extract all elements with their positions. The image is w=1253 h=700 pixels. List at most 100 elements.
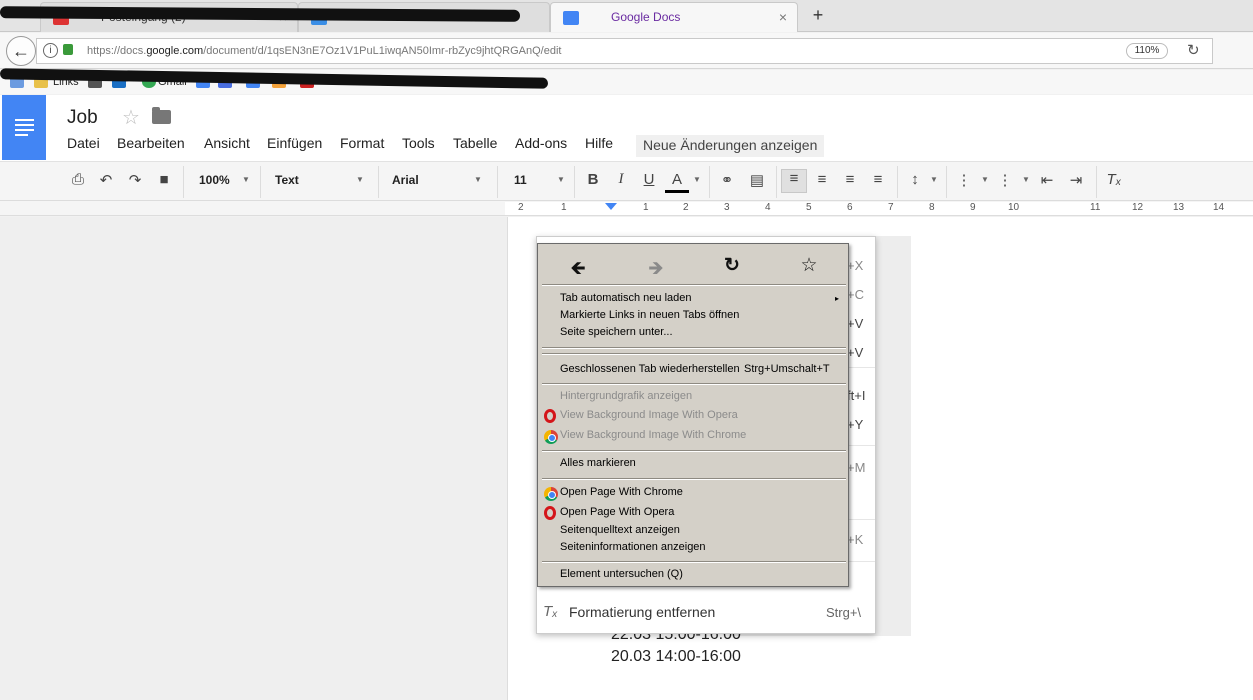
align-right-icon[interactable]: ≡ [838, 171, 862, 188]
docs-icon [563, 11, 579, 25]
ruler-number: 4 [765, 202, 771, 213]
body-line[interactable]: 20.03 14:00-16:00 [611, 648, 741, 666]
ruler-number: 3 [724, 202, 730, 213]
url-prefix: https://docs. [87, 45, 147, 57]
ruler-number: 13 [1173, 202, 1185, 213]
align-left-icon[interactable]: ≡ [781, 169, 807, 193]
docs-logo-icon[interactable] [2, 95, 46, 160]
align-center-icon[interactable]: ≡ [810, 171, 834, 188]
menu-datei[interactable]: Datei [67, 135, 100, 151]
chevron-down-icon[interactable]: ▼ [981, 175, 989, 184]
opera-icon [544, 506, 556, 520]
shortcut-text: Strg+\ [826, 605, 862, 620]
back-icon[interactable]: 🡸 [566, 254, 590, 286]
chevron-down-icon[interactable]: ▼ [474, 175, 482, 184]
menu-ansicht[interactable]: Ansicht [204, 135, 250, 151]
style-select[interactable]: Text [275, 173, 299, 187]
menu-tabelle[interactable]: Tabelle [453, 135, 497, 151]
menu-item-open-opera[interactable]: Open Page With Opera [560, 506, 674, 518]
indent-marker[interactable] [605, 203, 617, 210]
url-bar[interactable]: i https://docs.google.com/document/d/1qs… [36, 38, 1213, 64]
star-icon[interactable]: ☆ [122, 105, 140, 130]
chevron-down-icon[interactable]: ▼ [557, 175, 565, 184]
bold-icon[interactable]: B [581, 171, 605, 188]
ruler-number: 6 [847, 202, 853, 213]
menu-bearbeiten[interactable]: Bearbeiten [117, 135, 185, 151]
clear-formatting-icon[interactable]: Tₓ [1102, 171, 1126, 188]
menu-item-restore-tab[interactable]: Geschlossenen Tab wiederherstellen [560, 363, 740, 375]
menu-item-auto-reload[interactable]: Tab automatisch neu laden [560, 292, 691, 304]
ruler-number: 2 [683, 202, 689, 213]
shortcut-text: +V [847, 345, 864, 360]
clear-formatting-icon: Tₓ [543, 603, 558, 620]
comment-icon[interactable]: ▤ [745, 171, 769, 189]
menu-item-label: Formatierung entfernen [569, 604, 716, 620]
ruler: 2 1 1 2 3 4 5 6 7 8 9 10 11 12 13 14 [0, 201, 1253, 216]
line-spacing-icon[interactable]: ↕ [903, 171, 927, 188]
chevron-down-icon[interactable]: ▼ [930, 175, 938, 184]
browser-tabstrip: Posteingang (2) - × Google Docs × + [0, 0, 1253, 32]
underline-icon[interactable]: U [637, 171, 661, 188]
new-tab-button[interactable]: + [808, 5, 828, 25]
undo-icon[interactable]: ↶ [94, 171, 118, 189]
menu-format[interactable]: Format [340, 135, 384, 151]
increase-indent-icon[interactable]: ⇥ [1064, 171, 1088, 189]
font-size-select[interactable]: 11 [514, 173, 527, 187]
folder-icon[interactable] [152, 107, 171, 124]
reload-icon[interactable]: ↻ [1187, 41, 1200, 59]
zoom-select[interactable]: 100% [199, 173, 230, 187]
ruler-number: 5 [806, 202, 812, 213]
chevron-down-icon[interactable]: ▼ [356, 175, 364, 184]
text-color-icon[interactable]: A [665, 171, 689, 193]
info-icon[interactable]: i [43, 43, 58, 58]
ruler-number: 8 [929, 202, 935, 213]
tab-google-docs[interactable]: Google Docs × [550, 2, 798, 32]
ruler-number: 2 [518, 202, 524, 213]
paint-format-icon[interactable]: ■ [152, 171, 176, 188]
url-domain: google.com [146, 45, 204, 57]
back-button[interactable]: ← [6, 36, 36, 66]
menu-item-open-links[interactable]: Markierte Links in neuen Tabs öffnen [560, 309, 739, 321]
menu-item-save-page[interactable]: Seite speichern unter... [560, 326, 673, 338]
decrease-indent-icon[interactable]: ⇤ [1035, 171, 1059, 189]
ruler-number: 9 [970, 202, 976, 213]
menu-item-open-chrome[interactable]: Open Page With Chrome [560, 486, 683, 498]
tab-label: Google Docs [611, 10, 681, 24]
shortcut-text: +X [847, 258, 864, 273]
numbered-list-icon[interactable]: ⋮ [952, 171, 976, 189]
chevron-down-icon[interactable]: ▼ [242, 175, 250, 184]
print-icon[interactable]: ⎙ [66, 171, 90, 188]
browser-context-menu: 🡸 🡺 ↻ ☆ Tab automatisch neu laden ▸ Mark… [537, 243, 849, 587]
menu-einfuegen[interactable]: Einfügen [267, 135, 322, 151]
menu-tools[interactable]: Tools [402, 135, 435, 151]
menu-hilfe[interactable]: Hilfe [585, 135, 613, 151]
link-icon[interactable]: ⚭ [715, 171, 739, 189]
zoom-indicator[interactable]: 110% [1126, 43, 1168, 59]
font-select[interactable]: Arial [392, 173, 419, 187]
menu-addons[interactable]: Add-ons [515, 135, 567, 151]
menu-item-select-all[interactable]: Alles markieren [560, 457, 636, 469]
menu-item-inspect[interactable]: Element untersuchen (Q) [560, 568, 683, 580]
chevron-down-icon[interactable]: ▼ [693, 175, 701, 184]
new-changes-button[interactable]: Neue Änderungen anzeigen [636, 135, 825, 157]
opera-icon [544, 409, 556, 423]
redo-icon[interactable]: ↷ [123, 171, 147, 189]
shortcut-text: +C [847, 287, 864, 302]
ruler-number: 14 [1213, 202, 1225, 213]
document-title[interactable]: Job [67, 107, 98, 129]
reload-icon[interactable]: ↻ [720, 254, 744, 277]
ruler-number: 10 [1008, 202, 1020, 213]
italic-icon[interactable]: I [609, 171, 633, 188]
url-text[interactable]: https://docs.google.com/document/d/1qsEN… [87, 45, 561, 57]
chevron-down-icon[interactable]: ▼ [1022, 175, 1030, 184]
menu-item-view-source[interactable]: Seitenquelltext anzeigen [560, 524, 680, 536]
align-justify-icon[interactable]: ≡ [866, 171, 890, 188]
close-icon[interactable]: × [779, 9, 787, 25]
ruler-number: 11 [1090, 202, 1101, 213]
docs-header [0, 95, 1253, 161]
menu-item-page-info[interactable]: Seiteninformationen anzeigen [560, 541, 706, 553]
ruler-number: 1 [561, 202, 567, 213]
menu-item-bg-opera: View Background Image With Opera [560, 409, 738, 421]
bulleted-list-icon[interactable]: ⋮ [993, 171, 1017, 189]
star-icon[interactable]: ☆ [797, 254, 821, 277]
